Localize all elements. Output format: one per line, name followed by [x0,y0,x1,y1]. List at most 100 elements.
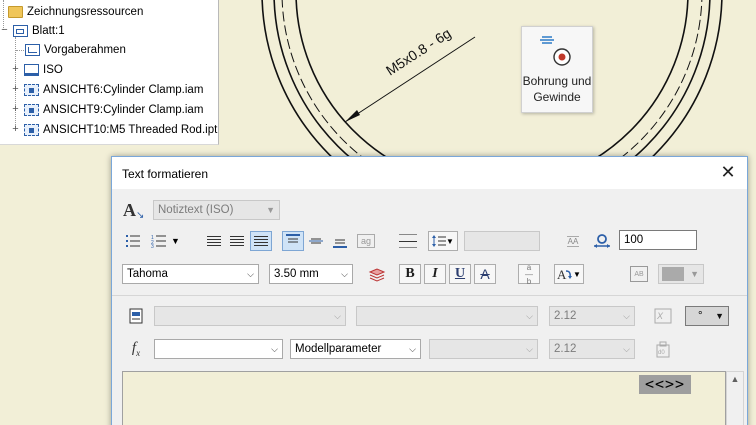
horizontal-line-button[interactable] [397,231,419,251]
valign-bottom-button[interactable] [329,231,351,251]
layers-icon [368,268,386,282]
section-divider [112,295,747,296]
fit-text-icon: AA [566,235,580,247]
thread-dimension-text[interactable]: M5x0.8 - 6g [383,25,454,79]
symbol-dropdown[interactable]: ° ▼ [685,306,729,326]
tree-item-ansicht10[interactable]: + ANSICHT10:M5 Threaded Rod.ipt [11,120,217,139]
valign-top-button[interactable] [282,231,304,251]
insert-property-icon: X [654,308,672,324]
text-case-button[interactable]: A ▼ [554,264,584,284]
valign-middle-button[interactable] [305,231,327,251]
fit-text-button[interactable]: AA [562,231,584,251]
parameter-type-dropdown[interactable]: Modellparameter ⌵ [290,339,421,359]
strikethrough-button[interactable]: A [474,264,496,284]
stacking-button[interactable]: a — b [518,263,540,285]
tree-item-vorgaberahmen[interactable]: Vorgaberahmen [25,40,126,59]
line-spacing-icon [432,235,447,247]
tree-item-label: Vorgaberahmen [44,43,126,56]
numbered-list-icon: 123 [151,235,166,248]
expand-icon[interactable]: + [11,64,20,75]
text-frame-button[interactable]: AB [628,264,650,284]
align-left-button[interactable] [203,231,225,251]
tree-item-iso[interactable]: + ISO [11,60,63,79]
close-button[interactable]: ✕ [717,163,739,183]
bold-button[interactable]: B [399,264,421,284]
numbered-list-button[interactable]: 123 ▼ [148,231,188,251]
insert-parameter-button[interactable]: d0 [652,339,674,359]
collapse-icon[interactable]: − [0,25,9,36]
color-swatch [662,267,684,281]
chevron-down-icon: ⌵ [623,311,630,321]
frame-icon [25,43,40,56]
bullet-list-button[interactable] [122,231,144,251]
precision-value-1: 2.12 [554,310,577,322]
text-case-icon: A [557,267,573,281]
font-size-value: 3.50 mm [274,268,319,280]
align-right-icon [254,236,268,246]
parameter-type-value: Modellparameter [295,343,382,355]
drawing-view-icon [24,123,39,136]
svg-text:d0: d0 [658,350,665,356]
precision-dropdown-2[interactable]: 2.12 ⌵ [549,339,635,359]
tooltip-label: Bohrung und Gewinde [522,73,592,105]
bold-label: B [405,266,415,281]
tree-item-label: ANSICHT9:Cylinder Clamp.iam [43,103,204,116]
svg-text:3: 3 [151,244,154,248]
font-size-dropdown[interactable]: 3.50 mm ⌵ [269,264,353,284]
add-property-button[interactable]: X [652,306,674,326]
folder-icon [8,5,23,18]
chevron-down-icon: ▼ [171,236,180,246]
component-dropdown[interactable]: ⌵ [154,306,346,326]
text-style-dropdown[interactable]: Notiztext (ISO) ▼ [153,200,280,220]
text-color-dropdown[interactable]: ▼ [658,264,704,284]
underline-button[interactable]: U [449,264,471,284]
chevron-down-icon: ▼ [573,269,581,279]
dimension-value-placeholder[interactable]: <<>> [639,375,691,394]
line-spacing-value[interactable] [464,231,540,251]
expand-icon[interactable]: + [11,104,20,115]
align-right-button[interactable] [250,231,272,251]
italic-button[interactable]: I [424,264,446,284]
precision-value-2: 2.12 [554,343,577,355]
line-spacing-button[interactable]: ▼ [428,231,458,251]
dialog-titlebar[interactable]: Text formatieren ✕ [112,157,747,189]
tree-item-label: Zeichnungsressourcen [27,5,144,18]
underline-label: U [454,266,466,281]
parameter-source-dropdown[interactable]: ⌵ [154,339,283,359]
frame-text-icon: ag [357,234,375,248]
drawing-canvas[interactable]: M5x0.8 - 6g [220,0,756,223]
chevron-down-icon: ⌵ [526,311,533,321]
parameter-dropdown[interactable]: ⌵ [429,339,538,359]
precision-dropdown-1[interactable]: 2.12 ⌵ [549,306,635,326]
text-layer-button[interactable] [366,264,388,284]
chevron-down-icon: ▼ [690,269,699,279]
property-dropdown[interactable]: ⌵ [356,306,538,326]
font-dropdown[interactable]: Tahoma ⌵ [122,264,259,284]
tree-connector [16,50,24,51]
bullet-list-icon [126,235,140,247]
stretch-input[interactable]: 100 [619,230,697,250]
format-text-dialog: Text formatieren ✕ A↘ Notiztext (ISO) ▼ … [111,156,748,425]
tree-item-ansicht9[interactable]: + ANSICHT9:Cylinder Clamp.iam [11,100,203,119]
expand-icon[interactable]: + [11,124,20,135]
tree-item-ansicht6[interactable]: + ANSICHT6:Cylinder Clamp.iam [11,80,203,99]
align-center-button[interactable] [226,231,248,251]
chevron-up-icon[interactable]: ▲ [727,374,743,384]
tooltip-line-1: Bohrung und [522,74,592,88]
hole-thread-tooltip[interactable]: Bohrung und Gewinde [521,26,593,113]
frame-text-button[interactable]: ag [355,231,377,251]
editor-scrollbar[interactable]: ▲ [726,371,744,425]
horizontal-line-icon [399,234,417,248]
degree-symbol: ° [698,310,703,322]
chevron-down-icon: ⌵ [623,344,630,354]
chevron-down-icon: ▼ [715,311,724,321]
tree-item-blatt[interactable]: − Blatt:1 [0,21,65,40]
italic-label: I [432,266,438,281]
drawing-view-icon [24,103,39,116]
align-center-icon [230,236,244,246]
align-left-icon [207,236,221,246]
expand-icon[interactable]: + [11,84,20,95]
component-icon [125,306,147,326]
text-editor[interactable]: <<>> [122,371,726,425]
tree-item-zeichnungsressourcen[interactable]: Zeichnungsressourcen [8,2,143,21]
